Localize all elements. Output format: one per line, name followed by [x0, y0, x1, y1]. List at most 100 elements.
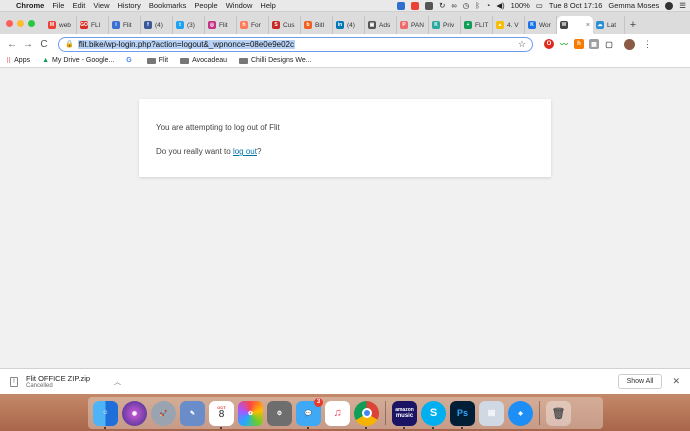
- log-out-link[interactable]: log out: [233, 147, 257, 156]
- itunes-icon[interactable]: ♫: [325, 400, 350, 426]
- puzzle-extension-icon[interactable]: ▢: [604, 39, 614, 49]
- opera-extension-icon[interactable]: O: [544, 39, 554, 49]
- tab-16[interactable]: W ×: [557, 16, 593, 34]
- show-all-button[interactable]: Show All: [617, 374, 663, 389]
- new-tab-button[interactable]: +: [625, 16, 641, 34]
- finder-icon[interactable]: ☺: [93, 400, 118, 429]
- tab-15[interactable]: K Wor: [525, 16, 557, 34]
- tab-12[interactable]: K Priv: [429, 16, 461, 34]
- tab-5[interactable]: ◎ Flit: [205, 16, 237, 34]
- tab-17[interactable]: ☁ Lat: [593, 16, 625, 34]
- amazon-music-icon[interactable]: amazon music: [392, 400, 417, 429]
- messages-icon[interactable]: 💬 3: [296, 397, 323, 429]
- menu-history[interactable]: History: [118, 1, 141, 10]
- tab-strip: Mweb GO FLI i Flit f (4) t (3) ◎ Flit h For S Cus b Bitl…: [0, 12, 690, 34]
- menu-file[interactable]: File: [52, 1, 64, 10]
- bookmark-my-drive[interactable]: ▲ My Drive - Google...: [42, 57, 114, 64]
- tab-9[interactable]: in (4): [333, 16, 365, 34]
- close-window-button[interactable]: [6, 19, 13, 27]
- bookmark-star-icon[interactable]: ☆: [518, 39, 526, 50]
- siri-icon[interactable]: [665, 1, 674, 10]
- dock-separator: [385, 401, 386, 425]
- photoshop-icon[interactable]: Ps: [450, 400, 475, 429]
- profile-avatar[interactable]: [624, 38, 635, 50]
- photos-icon[interactable]: ✿: [238, 400, 263, 426]
- chrome-icon[interactable]: [354, 400, 379, 429]
- bookmark-folder-avocadeau[interactable]: Avocadeau: [180, 57, 227, 64]
- status-grey-icon[interactable]: [425, 1, 434, 10]
- status-red-icon[interactable]: [411, 1, 420, 10]
- macos-dock: ☺ ◉ 🚀 ✎ OCT 8 ✿ ⚙ 💬 3 ♫ amazon music S P…: [88, 397, 603, 429]
- tab-3[interactable]: f (4): [141, 16, 173, 34]
- chevron-up-icon[interactable]: ︿: [114, 377, 121, 387]
- bookmark-google[interactable]: G: [126, 57, 134, 64]
- back-arrow-icon[interactable]: ←: [4, 39, 20, 50]
- tab-14[interactable]: ▲ 4. V: [493, 16, 525, 34]
- tab-13[interactable]: + FLIT: [461, 16, 493, 34]
- hubspot-extension-icon[interactable]: h: [574, 39, 584, 49]
- bookmark-apps[interactable]: ⠿ Apps: [6, 57, 30, 65]
- system-preferences-icon[interactable]: ⚙: [267, 400, 292, 426]
- address-bar[interactable]: 🔒 flit.bike/wp-login.php?action=logout&_…: [58, 36, 533, 52]
- page-content: You are attempting to log out of Flit Do…: [0, 68, 690, 368]
- dropbox-icon[interactable]: [397, 1, 406, 10]
- tab-11[interactable]: P PAN: [397, 16, 429, 34]
- shopify-icon: S: [272, 21, 280, 29]
- siri-dock-icon[interactable]: ◉: [122, 400, 147, 426]
- menu-help[interactable]: Help: [260, 1, 275, 10]
- bookmark-folder-chilli-designs[interactable]: Chilli Designs We...: [239, 57, 312, 64]
- menu-bookmarks[interactable]: Bookmarks: [149, 1, 187, 10]
- download-item[interactable]: ! Flit OFFICE ZIP.zip Cancelled ︿: [10, 374, 121, 389]
- reload-icon[interactable]: C: [36, 39, 52, 50]
- menu-window[interactable]: Window: [226, 1, 253, 10]
- skype-icon[interactable]: S: [421, 400, 446, 429]
- launchpad-icon[interactable]: 🚀: [151, 400, 176, 426]
- minimize-window-button[interactable]: [17, 19, 24, 27]
- menu-app-name[interactable]: Chrome: [16, 1, 44, 10]
- leaf-extension-icon[interactable]: 〰: [559, 39, 569, 49]
- menubar-clock[interactable]: Tue 8 Oct 17:16: [549, 1, 603, 10]
- privacy-icon: K: [432, 21, 440, 29]
- instagram-icon: ◎: [208, 21, 216, 29]
- tab-7[interactable]: S Cus: [269, 16, 301, 34]
- lock-icon[interactable]: 🔒: [65, 40, 74, 48]
- volume-icon[interactable]: ◀): [496, 1, 504, 10]
- preview-images-icon[interactable]: 🖼: [479, 400, 504, 426]
- cloud-icon: ☁: [596, 21, 604, 29]
- tab-4[interactable]: t (3): [173, 16, 205, 34]
- chrome-menu-icon[interactable]: ⋮: [643, 39, 652, 50]
- battery-percent[interactable]: 100%: [511, 1, 530, 10]
- tab-1[interactable]: GO FLI: [77, 16, 109, 34]
- close-tab-icon[interactable]: ×: [586, 22, 590, 29]
- zoom-window-button[interactable]: [28, 19, 35, 27]
- tab-10[interactable]: ▣ Ads: [365, 16, 397, 34]
- sync-icon[interactable]: ↻: [439, 1, 445, 10]
- address-url[interactable]: flit.bike/wp-login.php?action=logout&_wp…: [77, 39, 295, 49]
- tab-6[interactable]: h For: [237, 16, 269, 34]
- notification-center-icon[interactable]: ☰: [679, 1, 686, 10]
- menu-people[interactable]: People: [194, 1, 217, 10]
- forward-arrow-icon[interactable]: →: [20, 39, 36, 50]
- bookmark-folder-flit[interactable]: Flit: [146, 57, 168, 64]
- bookmark-label: My Drive - Google...: [52, 57, 115, 64]
- calendar-icon[interactable]: OCT 8: [209, 400, 234, 429]
- close-icon[interactable]: ✕: [672, 376, 680, 387]
- logout-question-mark: ?: [256, 147, 262, 156]
- battery-icon[interactable]: ▭: [536, 1, 543, 10]
- tab-2[interactable]: i Flit: [109, 16, 141, 34]
- bluetooth-icon[interactable]: ᛒ: [475, 1, 480, 10]
- menubar-user[interactable]: Gemma Moses: [608, 1, 659, 10]
- tab-0[interactable]: Mweb: [45, 16, 77, 34]
- wifi-icon[interactable]: ◔: [486, 1, 491, 10]
- tab-8[interactable]: b Bitl: [301, 16, 333, 34]
- preview-icon[interactable]: ✎: [180, 400, 205, 426]
- folder-icon: [146, 57, 156, 64]
- menu-edit[interactable]: Edit: [72, 1, 85, 10]
- dashboard-extension-icon[interactable]: ▦: [589, 39, 599, 49]
- trash-icon[interactable]: 🗑: [546, 400, 571, 426]
- creative-cloud-icon[interactable]: ∞: [451, 1, 456, 10]
- safari-icon[interactable]: ◈: [508, 400, 533, 426]
- time-machine-icon[interactable]: ◷: [463, 1, 470, 10]
- menu-view[interactable]: View: [93, 1, 109, 10]
- sheets-icon: +: [464, 21, 472, 29]
